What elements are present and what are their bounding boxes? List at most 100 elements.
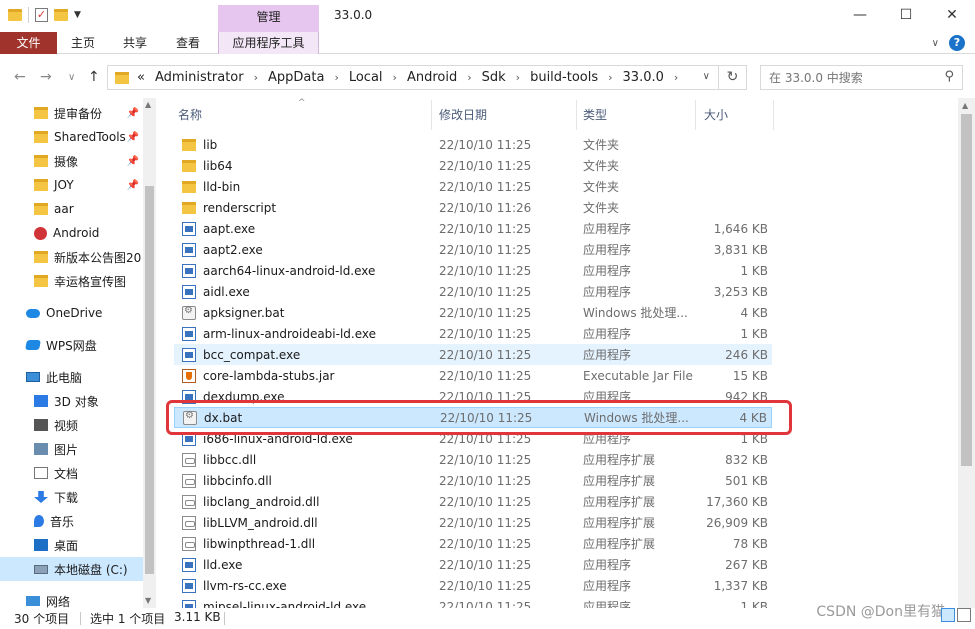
tab-app-tools[interactable]: 应用程序工具 <box>218 32 319 54</box>
file-name-cell[interactable]: arm-linux-androideabi-ld.exe <box>182 326 376 341</box>
column-size[interactable]: 大小 <box>704 106 728 124</box>
nav-item-announcement[interactable]: 新版本公告图20 <box>0 245 143 269</box>
tab-file[interactable]: 文件 <box>0 32 57 54</box>
file-name-cell[interactable]: libbcinfo.dll <box>182 473 272 488</box>
chevron-right-icon[interactable]: › <box>254 71 258 84</box>
scroll-up-icon[interactable]: ▲ <box>962 101 968 110</box>
column-divider[interactable] <box>576 100 577 130</box>
chevron-right-icon[interactable]: › <box>393 71 397 84</box>
details-view-icon[interactable] <box>941 608 955 622</box>
breadcrumb-item[interactable]: Administrator › <box>155 70 258 85</box>
help-icon[interactable]: ? <box>949 35 965 51</box>
nav-item-3d-objects[interactable]: 3D 对象 <box>0 389 143 413</box>
file-name-cell[interactable]: lld.exe <box>182 557 242 572</box>
chevron-right-icon[interactable]: › <box>674 71 678 84</box>
nav-item-local-disk[interactable]: 本地磁盘 (C:) <box>0 557 143 581</box>
file-name-cell[interactable]: mipsel-linux-android-ld.exe <box>182 599 366 608</box>
file-row[interactable]: lld-bin 22/10/10 11:25 文件夹 <box>174 176 772 197</box>
file-name-cell[interactable]: lib <box>182 138 217 152</box>
file-name-cell[interactable]: aapt2.exe <box>182 242 263 257</box>
properties-icon[interactable]: ✓ <box>35 8 48 22</box>
file-row[interactable]: llvm-rs-cc.exe 22/10/10 11:25 应用程序 1,337 KB <box>174 575 772 596</box>
file-row[interactable]: libclang_android.dll 22/10/10 11:25 应用程序扩展… <box>174 491 772 512</box>
file-row[interactable]: lib64 22/10/10 11:25 文件夹 <box>174 155 772 176</box>
tab-home[interactable]: 主页 <box>66 32 100 54</box>
chevron-right-icon[interactable]: › <box>334 71 338 84</box>
file-row[interactable]: lld.exe 22/10/10 11:25 应用程序 267 KB <box>174 554 772 575</box>
address-history-icon[interactable]: ∨ <box>703 71 710 82</box>
breadcrumb-item[interactable]: 33.0.0 › <box>623 70 679 85</box>
back-arrow-icon[interactable]: ← <box>14 69 26 85</box>
tab-view[interactable]: 查看 <box>171 32 205 54</box>
customize-toolbar-icon[interactable]: ▼ <box>74 10 81 20</box>
file-name-cell[interactable]: bcc_compat.exe <box>182 347 300 362</box>
file-row[interactable]: i686-linux-android-ld.exe 22/10/10 11:25 应… <box>174 428 772 449</box>
file-name-cell[interactable]: dx.bat <box>183 410 242 425</box>
nav-item-camera[interactable]: 摄像 📌 <box>0 149 143 173</box>
file-row[interactable]: libLLVM_android.dll 22/10/10 11:25 应用程序扩展 2… <box>174 512 772 533</box>
column-type[interactable]: 类型 <box>583 106 607 124</box>
file-row[interactable]: dx.bat 22/10/10 11:25 Windows 批处理... 4 KB <box>174 407 772 428</box>
nav-item-videos[interactable]: 视频 <box>0 413 143 437</box>
up-arrow-icon[interactable]: ↑ <box>88 69 100 85</box>
large-icons-view-icon[interactable] <box>957 608 971 622</box>
file-row[interactable]: libwinpthread-1.dll 22/10/10 11:25 应用程序扩展 7… <box>174 533 772 554</box>
minimize-button[interactable]: — <box>837 0 883 32</box>
breadcrumb-item[interactable]: Sdk › <box>482 70 520 85</box>
forward-arrow-icon[interactable]: → <box>40 69 52 85</box>
file-row[interactable]: bcc_compat.exe 22/10/10 11:25 应用程序 246 KB <box>174 344 772 365</box>
nav-item-joy[interactable]: JOY 📌 <box>0 173 143 197</box>
scrollbar-thumb[interactable] <box>961 114 972 466</box>
file-name-cell[interactable]: renderscript <box>182 201 276 215</box>
nav-scrollbar[interactable]: ▲ ▼ <box>143 98 156 608</box>
column-divider[interactable] <box>431 100 432 130</box>
column-divider[interactable] <box>773 100 774 130</box>
file-row[interactable]: apksigner.bat 22/10/10 11:25 Windows 批处理..… <box>174 302 772 323</box>
close-button[interactable]: ✕ <box>929 0 975 32</box>
file-name-cell[interactable]: aarch64-linux-android-ld.exe <box>182 263 375 278</box>
nav-item-android[interactable]: Android <box>0 221 143 245</box>
recent-locations-icon[interactable]: ∨ <box>68 72 75 83</box>
nav-item-this-pc[interactable]: 此电脑 <box>0 365 143 389</box>
column-date[interactable]: 修改日期 <box>439 106 487 124</box>
search-icon[interactable]: ⚲ <box>944 69 954 84</box>
maximize-button[interactable]: ☐ <box>883 0 929 32</box>
file-name-cell[interactable]: apksigner.bat <box>182 305 284 320</box>
file-row[interactable]: lib 22/10/10 11:25 文件夹 <box>174 134 772 155</box>
scrollbar-thumb[interactable] <box>145 186 154 574</box>
file-name-cell[interactable]: aapt.exe <box>182 221 255 236</box>
nav-item-wps[interactable]: WPS网盘 <box>0 333 143 357</box>
file-name-cell[interactable]: libwinpthread-1.dll <box>182 536 315 551</box>
nav-item-documents[interactable]: 文档 <box>0 461 143 485</box>
file-name-cell[interactable]: libbcc.dll <box>182 452 256 467</box>
scroll-up-icon[interactable]: ▲ <box>145 100 151 109</box>
file-row[interactable]: libbcc.dll 22/10/10 11:25 应用程序扩展 832 KB <box>174 449 772 470</box>
nav-item-sharedtools[interactable]: SharedTools 📌 <box>0 125 143 149</box>
nav-item-lucky-grid[interactable]: 幸运格宣传图 <box>0 269 143 293</box>
file-row[interactable]: aidl.exe 22/10/10 11:25 应用程序 3,253 KB <box>174 281 772 302</box>
column-name[interactable]: 名称 <box>178 106 202 124</box>
breadcrumb-item[interactable]: Android › <box>407 70 472 85</box>
search-input[interactable] <box>769 67 939 88</box>
file-list-scrollbar[interactable]: ▲ <box>958 98 975 608</box>
column-divider[interactable] <box>695 100 696 130</box>
file-row[interactable]: libbcinfo.dll 22/10/10 11:25 应用程序扩展 501 KB <box>174 470 772 491</box>
file-row[interactable]: mipsel-linux-android-ld.exe 22/10/10 11:2… <box>174 596 772 608</box>
nav-item-tishen[interactable]: 提审备份 📌 <box>0 101 143 125</box>
chevron-right-icon[interactable]: › <box>516 71 520 84</box>
search-box[interactable]: ⚲ <box>760 65 963 90</box>
file-row[interactable]: aarch64-linux-android-ld.exe 22/10/10 11:… <box>174 260 772 281</box>
file-name-cell[interactable]: lib64 <box>182 159 233 173</box>
file-row[interactable]: renderscript 22/10/10 11:26 文件夹 <box>174 197 772 218</box>
chevron-down-icon[interactable]: ∨ <box>932 38 939 49</box>
file-row[interactable]: dexdump.exe 22/10/10 11:25 应用程序 942 KB <box>174 386 772 407</box>
file-row[interactable]: arm-linux-androideabi-ld.exe 22/10/10 11:… <box>174 323 772 344</box>
file-name-cell[interactable]: libLLVM_android.dll <box>182 515 318 530</box>
file-row[interactable]: core-lambda-stubs.jar 22/10/10 11:25 Execu… <box>174 365 772 386</box>
file-name-cell[interactable]: core-lambda-stubs.jar <box>182 368 334 383</box>
file-name-cell[interactable]: llvm-rs-cc.exe <box>182 578 287 593</box>
file-name-cell[interactable]: aidl.exe <box>182 284 250 299</box>
nav-item-aar[interactable]: aar <box>0 197 143 221</box>
new-folder-icon[interactable] <box>54 9 68 21</box>
nav-item-music[interactable]: 音乐 <box>0 509 143 533</box>
